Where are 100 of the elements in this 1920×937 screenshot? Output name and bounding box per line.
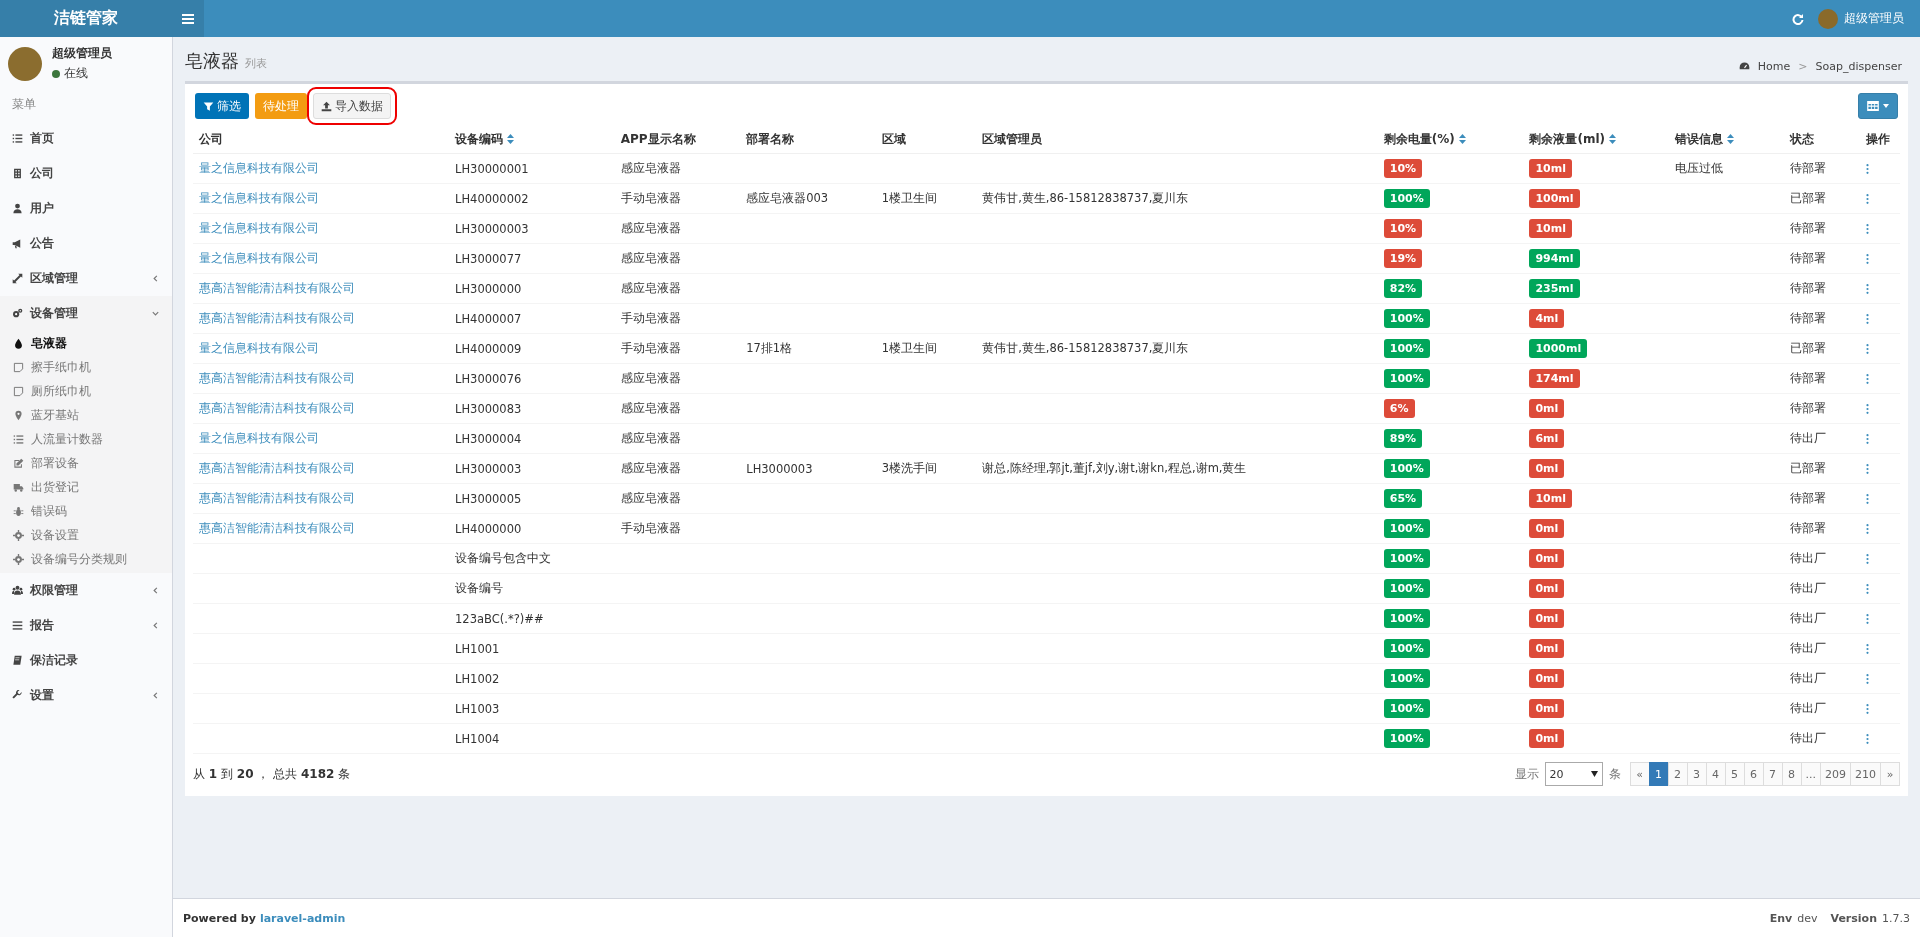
more-actions-icon[interactable] — [1865, 493, 1869, 504]
building-icon — [12, 168, 23, 179]
sidebar-item[interactable]: 保洁记录 — [0, 643, 172, 678]
company-link[interactable]: 量之信息科技有限公司 — [199, 431, 319, 445]
more-actions-icon[interactable] — [1865, 523, 1869, 534]
more-actions-icon[interactable] — [1865, 613, 1869, 624]
more-actions-icon[interactable] — [1865, 313, 1869, 324]
more-actions-icon[interactable] — [1865, 343, 1869, 354]
more-actions-icon[interactable] — [1865, 193, 1869, 204]
sidebar-item[interactable]: 报告 — [0, 608, 172, 643]
column-header[interactable]: 部署名称 — [746, 131, 795, 146]
company-link[interactable]: 量之信息科技有限公司 — [199, 221, 319, 235]
more-actions-icon[interactable] — [1865, 253, 1869, 264]
column-header[interactable]: 公司 — [199, 131, 223, 146]
more-actions-icon[interactable] — [1865, 163, 1869, 174]
company-link[interactable]: 惠高洁智能清洁科技有限公司 — [199, 281, 355, 295]
breadcrumb-link[interactable]: Soap_dispenser — [1815, 60, 1902, 73]
sidebar-subitem[interactable]: 设备设置 — [0, 523, 172, 547]
company-link[interactable]: 惠高洁智能清洁科技有限公司 — [199, 311, 355, 325]
company-link[interactable]: 惠高洁智能清洁科技有限公司 — [199, 401, 355, 415]
sidebar-item[interactable]: 区域管理 — [0, 261, 172, 296]
sort-icon[interactable] — [1458, 134, 1466, 144]
page-button[interactable]: 4 — [1705, 762, 1726, 786]
per-page-select[interactable]: 20 — [1544, 762, 1603, 786]
sidebar-subitem[interactable]: 擦手纸巾机 — [0, 355, 172, 379]
sidebar-item[interactable]: 权限管理 — [0, 573, 172, 608]
more-actions-icon[interactable] — [1865, 703, 1869, 714]
column-header[interactable]: 错误信息 — [1675, 131, 1723, 146]
page-button[interactable]: 1 — [1648, 762, 1669, 786]
company-link[interactable]: 惠高洁智能清洁科技有限公司 — [199, 491, 355, 505]
more-actions-icon[interactable] — [1865, 223, 1869, 234]
more-actions-icon[interactable] — [1865, 403, 1869, 414]
company-link[interactable]: 量之信息科技有限公司 — [199, 161, 319, 175]
sidebar-subitem[interactable]: 设备编号分类规则 — [0, 547, 172, 571]
more-actions-icon[interactable] — [1865, 373, 1869, 384]
column-header[interactable]: 设备编码 — [455, 131, 504, 146]
column-header[interactable]: 区域 — [881, 131, 906, 146]
toolbar-button[interactable]: 筛选 — [195, 93, 249, 119]
sidebar-item[interactable]: 首页 — [0, 121, 172, 156]
user-name[interactable]: 超级管理员 — [1844, 10, 1904, 27]
more-actions-icon[interactable] — [1865, 283, 1869, 294]
column-header[interactable]: 操作 — [1865, 131, 1890, 146]
sidebar-subitem[interactable]: 部署设备 — [0, 451, 172, 475]
liquid-badge: 0ml — [1529, 729, 1565, 748]
more-actions-icon[interactable] — [1865, 643, 1869, 654]
column-header[interactable]: 区域管理员 — [982, 131, 1043, 146]
refresh-icon[interactable] — [1792, 12, 1804, 25]
page-button[interactable]: 7 — [1762, 762, 1783, 786]
breadcrumb-link[interactable]: Home — [1757, 60, 1791, 73]
company-link[interactable]: 惠高洁智能清洁科技有限公司 — [199, 371, 355, 385]
page-button[interactable]: « — [1629, 762, 1650, 786]
company-link[interactable]: 惠高洁智能清洁科技有限公司 — [199, 521, 355, 535]
sidebar-subitem[interactable]: 人流量计数器 — [0, 427, 172, 451]
company-link[interactable]: 量之信息科技有限公司 — [199, 341, 319, 355]
company-link[interactable]: 惠高洁智能清洁科技有限公司 — [199, 461, 355, 475]
sidebar-subitem[interactable]: 皂液器 — [0, 331, 172, 355]
more-actions-icon[interactable] — [1865, 673, 1869, 684]
sidebar-item[interactable]: 设备管理 — [0, 296, 172, 331]
table-cell: 已部署 — [1790, 461, 1827, 475]
sidebar-item[interactable]: 设置 — [0, 678, 172, 713]
sort-icon[interactable] — [507, 134, 515, 144]
sidebar-item[interactable]: 公司 — [0, 156, 172, 191]
page-button[interactable]: » — [1880, 762, 1900, 786]
column-header[interactable]: APP显示名称 — [620, 131, 696, 146]
company-link[interactable]: 量之信息科技有限公司 — [199, 191, 319, 205]
env-value: dev — [1797, 911, 1818, 925]
columns-dropdown-button[interactable] — [1858, 93, 1898, 119]
sidebar-item[interactable]: 用户 — [0, 191, 172, 226]
sidebar-subitem[interactable]: 出货登记 — [0, 475, 172, 499]
sidebar-subitem[interactable]: 厕所纸巾机 — [0, 379, 172, 403]
battery-badge: 19% — [1383, 249, 1423, 268]
page-button[interactable]: 2 — [1667, 762, 1688, 786]
more-actions-icon[interactable] — [1865, 463, 1869, 474]
more-actions-icon[interactable] — [1865, 433, 1869, 444]
menu-toggle-button[interactable] — [172, 0, 204, 37]
column-header[interactable]: 剩余电量(%) — [1383, 131, 1455, 146]
page-button[interactable]: 3 — [1686, 762, 1707, 786]
sidebar-subitem[interactable]: 蓝牙基站 — [0, 403, 172, 427]
footer-link[interactable]: laravel-admin — [259, 911, 346, 925]
page-button[interactable]: 5 — [1724, 762, 1745, 786]
column-header[interactable]: 状态 — [1790, 131, 1815, 146]
page-button[interactable]: 8 — [1781, 762, 1802, 786]
per-page-unit: 条 — [1608, 765, 1621, 783]
liquid-badge: 0ml — [1529, 639, 1565, 658]
page-button[interactable]: 209 — [1820, 762, 1851, 786]
column-header[interactable]: 剩余液量(ml) — [1529, 131, 1605, 146]
page-button[interactable]: 210 — [1850, 762, 1881, 786]
company-link[interactable]: 量之信息科技有限公司 — [199, 251, 319, 265]
sidebar-item[interactable]: 公告 — [0, 226, 172, 261]
liquid-badge: 0ml — [1529, 549, 1565, 568]
table-cell: 待部署 — [1790, 371, 1827, 385]
sidebar-subitem[interactable]: 错误码 — [0, 499, 172, 523]
sort-icon[interactable] — [1727, 134, 1734, 144]
more-actions-icon[interactable] — [1865, 733, 1869, 744]
map-pin-icon — [13, 409, 24, 421]
more-actions-icon[interactable] — [1865, 583, 1869, 594]
page-button[interactable]: 6 — [1743, 762, 1764, 786]
sort-icon[interactable] — [1609, 134, 1616, 144]
table-cell: 手动皂液器 — [620, 341, 681, 355]
more-actions-icon[interactable] — [1865, 553, 1869, 564]
